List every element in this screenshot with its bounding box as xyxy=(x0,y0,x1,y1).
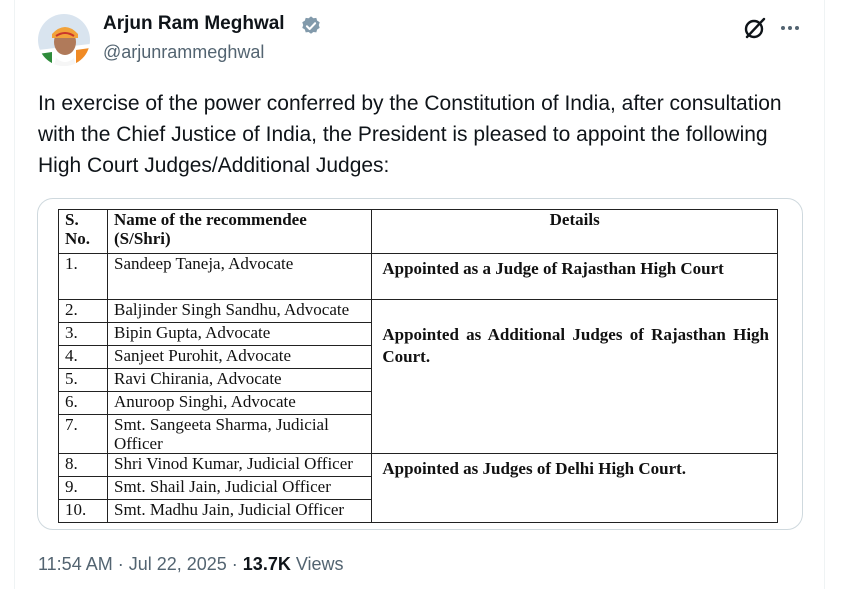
sno-cell: 10. xyxy=(58,499,108,523)
table-header-row: S. No. Name of the recommendee (S/Shri) … xyxy=(58,209,778,254)
timeline-left-border xyxy=(14,0,15,589)
author-handle[interactable]: @arjunrammeghwal xyxy=(103,42,264,63)
sno-cell: 8. xyxy=(58,453,108,477)
name-cell: Smt. Madhu Jain, Judicial Officer xyxy=(106,499,373,523)
tweet-time[interactable]: 11:54 AM xyxy=(38,554,113,574)
sno-header: S. No. xyxy=(58,209,108,254)
name-cell: Sanjeet Purohit, Advocate xyxy=(106,345,373,369)
details-cell: Appointed as Judges of Delhi High Court. xyxy=(371,453,778,523)
views-count: 13.7K xyxy=(242,554,291,574)
author-avatar[interactable] xyxy=(38,14,90,66)
name-header: Name of the recommendee (S/Shri) xyxy=(106,209,373,254)
sno-cell: 2. xyxy=(58,299,108,323)
grok-icon[interactable] xyxy=(742,15,768,41)
sno-header-line2: No. xyxy=(65,229,91,248)
tweet-date[interactable]: Jul 22, 2025 xyxy=(129,554,227,574)
sno-cell: 9. xyxy=(58,476,108,500)
table-row: 1. Sandeep Taneja, Advocate Appointed as… xyxy=(58,253,778,300)
sno-cell: 5. xyxy=(58,368,108,392)
details-header: Details xyxy=(371,209,778,254)
name-cell: Baljinder Singh Sandhu, Advocate xyxy=(106,299,373,323)
author-name[interactable]: Arjun Ram Meghwal xyxy=(103,13,285,35)
name-cell: Shri Vinod Kumar, Judicial Officer xyxy=(106,453,373,477)
sno-cell: 6. xyxy=(58,391,108,415)
details-cell: Appointed as a Judge of Rajasthan High C… xyxy=(371,253,778,300)
timeline-right-border xyxy=(824,0,825,589)
name-cell: Anuroop Singhi, Advocate xyxy=(106,391,373,415)
name-cell: Sandeep Taneja, Advocate xyxy=(106,253,373,300)
sno-header-line1: S. xyxy=(65,210,79,229)
verified-badge-icon[interactable] xyxy=(300,15,322,37)
tweet-text: In exercise of the power conferred by th… xyxy=(38,92,782,177)
more-horizontal-icon[interactable] xyxy=(778,16,802,40)
tweet-meta: 11:54 AM · Jul 22, 2025 · 13.7K Views xyxy=(38,554,344,575)
sno-cell: 7. xyxy=(58,414,108,454)
name-cell: Smt. Shail Jain, Judicial Officer xyxy=(106,476,373,500)
meta-separator: · xyxy=(112,554,129,574)
name-cell: Bipin Gupta, Advocate xyxy=(106,322,373,346)
sno-cell: 4. xyxy=(58,345,108,369)
details-cell: Appointed as Additional Judges of Rajast… xyxy=(371,299,778,454)
tweet-media-image[interactable]: S. No. Name of the recommendee (S/Shri) … xyxy=(37,198,803,530)
table-row: 2. Baljinder Singh Sandhu, Advocate Appo… xyxy=(58,299,778,454)
name-cell: Smt. Sangeeta Sharma, Judicial Officer xyxy=(106,414,373,454)
views-label: Views xyxy=(290,554,344,574)
sno-cell: 1. xyxy=(58,253,108,300)
meta-separator: · xyxy=(226,554,243,574)
appointments-table: S. No. Name of the recommendee (S/Shri) … xyxy=(58,209,778,523)
table-row: 8. Shri Vinod Kumar, Judicial Officer Ap… xyxy=(58,453,778,523)
sno-cell: 3. xyxy=(58,322,108,346)
name-cell: Ravi Chirania, Advocate xyxy=(106,368,373,392)
